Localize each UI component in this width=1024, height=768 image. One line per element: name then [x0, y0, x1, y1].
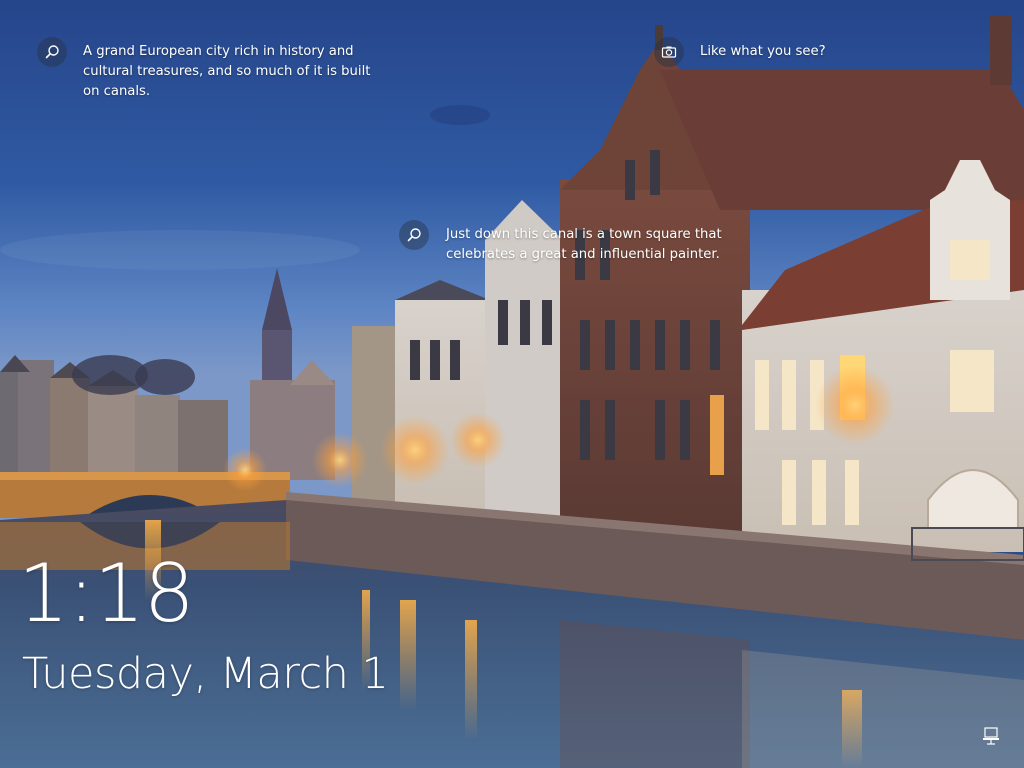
spotlight-hotspot-1[interactable]: A grand European city rich in history an…	[37, 37, 373, 102]
spotlight-hotspot-text: Just down this canal is a town square th…	[446, 227, 722, 262]
lock-screen-time: 1:18	[18, 547, 195, 640]
lock-screen-date: Tuesday, March 1	[22, 649, 389, 699]
network-icon[interactable]	[982, 727, 1002, 745]
spotlight-hotspot-text: A grand European city rich in history an…	[83, 44, 371, 99]
spotlight-feedback-text: Like what you see?	[700, 44, 826, 59]
search-icon[interactable]	[399, 220, 429, 250]
spotlight-feedback[interactable]: Like what you see?	[654, 37, 826, 67]
camera-icon[interactable]	[654, 37, 684, 67]
spotlight-hotspot-2[interactable]: Just down this canal is a town square th…	[399, 220, 746, 265]
search-icon[interactable]	[37, 37, 67, 67]
